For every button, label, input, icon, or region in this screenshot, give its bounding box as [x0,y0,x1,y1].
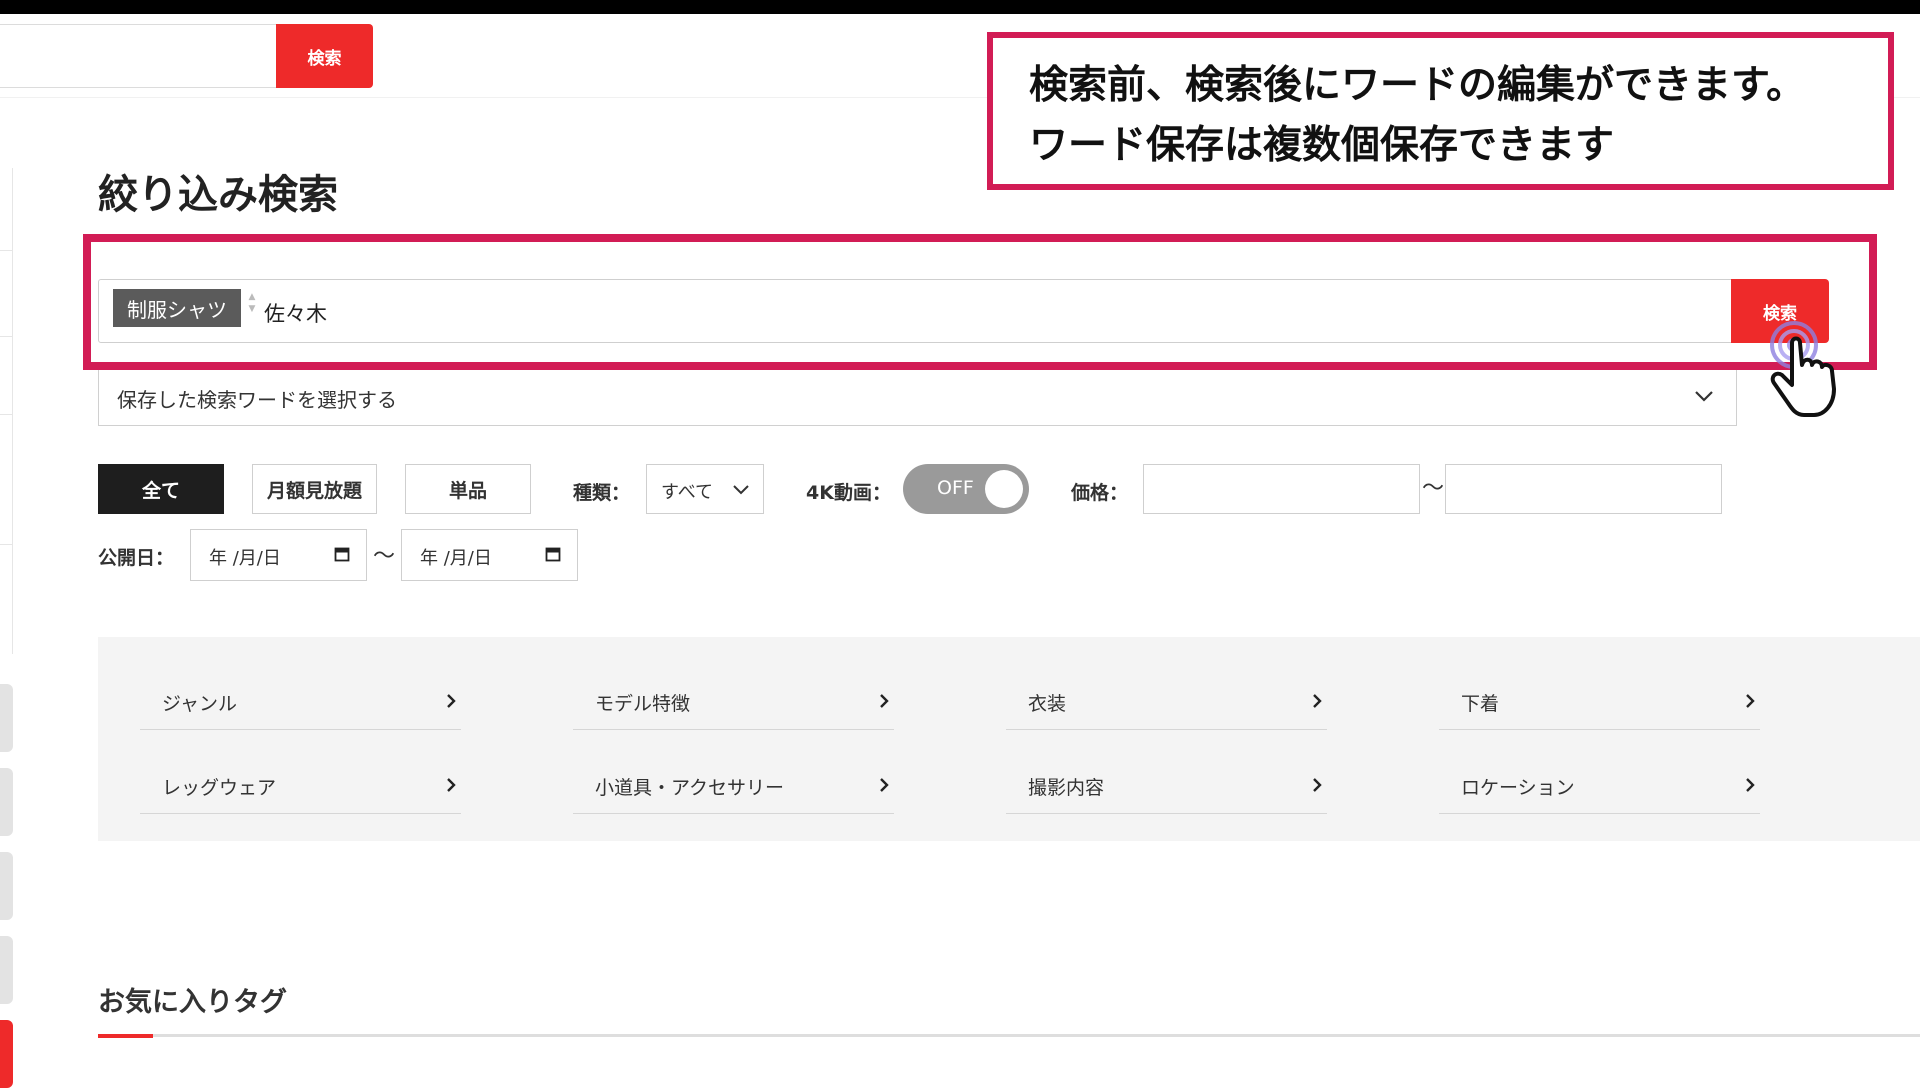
callout-line-2: ワード保存は複数個保存できます [1029,123,1615,168]
category-item-underwear[interactable]: 下着 [1439,673,1760,730]
category-label: 衣装 [1028,693,1067,715]
date-to-input[interactable]: 年 /月/日 [401,529,578,581]
chevron-right-icon [880,778,889,792]
chevron-right-icon [880,694,889,708]
category-item-model[interactable]: モデル特徴 [573,673,894,730]
category-item-legwear[interactable]: レッグウェア [140,757,461,814]
category-item-costume[interactable]: 衣装 [1006,673,1327,730]
saved-words-placeholder: 保存した検索ワードを選択する [117,388,397,412]
price-label: 価格： [1071,482,1129,504]
sidebar-tick [0,544,13,545]
favorites-title: お気に入りタグ [98,987,287,1018]
sidebar-tick [0,414,13,415]
filter-all-button[interactable]: 全て [98,464,224,514]
k4-label: 4K動画： [806,482,891,504]
sidebar-item-active[interactable] [0,1020,13,1088]
category-panel: ジャンル モデル特徴 衣装 下着 レッグウェア 小道具・アクセサリー 撮影内容 … [98,637,1920,841]
category-item-accessories[interactable]: 小道具・アクセサリー [573,757,894,814]
filter-single-button[interactable]: 単品 [405,464,531,514]
sidebar-item[interactable] [0,684,13,752]
annotation-highlight-frame [83,234,1877,370]
annotation-callout: 検索前、検索後にワードの編集ができます。 ワード保存は複数個保存できます [987,32,1894,190]
k4-toggle[interactable]: OFF [903,464,1029,514]
sidebar-item[interactable] [0,936,13,1004]
price-max-input[interactable] [1445,464,1722,514]
category-label: 下着 [1461,693,1500,715]
page-title: 絞り込み検索 [98,172,338,218]
sidebar-item[interactable] [0,852,13,920]
chevron-right-icon [1746,694,1755,708]
kind-select[interactable]: すべて [646,464,764,514]
chevron-right-icon [1746,778,1755,792]
date-to-placeholder: 年 /月/日 [420,548,492,569]
chevron-right-icon [1313,694,1322,708]
callout-line-1: 検索前、検索後にワードの編集ができます。 [1029,63,1806,108]
favorites-underline [98,1034,1920,1037]
date-from-placeholder: 年 /月/日 [209,548,281,569]
sidebar-tick [0,250,13,251]
kind-label: 種類： [573,482,631,504]
category-item-location[interactable]: ロケーション [1439,757,1760,814]
calendar-icon[interactable] [334,546,350,562]
chevron-down-icon [1695,391,1713,402]
saved-words-select[interactable]: 保存した検索ワードを選択する [98,370,1737,426]
sidebar-divider [0,168,13,654]
sidebar [0,98,14,1088]
chevron-right-icon [1313,778,1322,792]
header-search-input[interactable] [0,24,276,88]
category-label: ジャンル [162,693,238,715]
calendar-icon[interactable] [545,546,561,562]
price-range-separator: 〜 [1422,476,1445,501]
category-label: ロケーション [1461,777,1575,799]
chevron-right-icon [447,778,456,792]
filter-subscription-button[interactable]: 月額見放題 [252,464,377,514]
sidebar-tick [0,336,13,337]
toggle-knob [985,470,1023,508]
category-item-genre[interactable]: ジャンル [140,673,461,730]
date-range-separator: 〜 [373,544,396,569]
price-min-input[interactable] [1143,464,1420,514]
date-from-input[interactable]: 年 /月/日 [190,529,367,581]
category-item-shooting[interactable]: 撮影内容 [1006,757,1327,814]
kind-select-value: すべて [661,482,714,503]
header-search-button[interactable]: 検索 [276,24,373,88]
category-label: レッグウェア [162,777,277,799]
sidebar-item[interactable] [0,768,13,836]
date-label: 公開日： [98,547,175,569]
favorites-underline-accent [98,1034,153,1038]
chevron-down-icon [733,485,749,495]
top-black-bar [0,0,1920,14]
category-label: モデル特徴 [595,693,691,715]
k4-toggle-label: OFF [937,477,974,499]
category-label: 撮影内容 [1028,777,1105,799]
pointer-hand-icon [1770,321,1836,417]
category-label: 小道具・アクセサリー [595,777,785,799]
chevron-right-icon [447,694,456,708]
